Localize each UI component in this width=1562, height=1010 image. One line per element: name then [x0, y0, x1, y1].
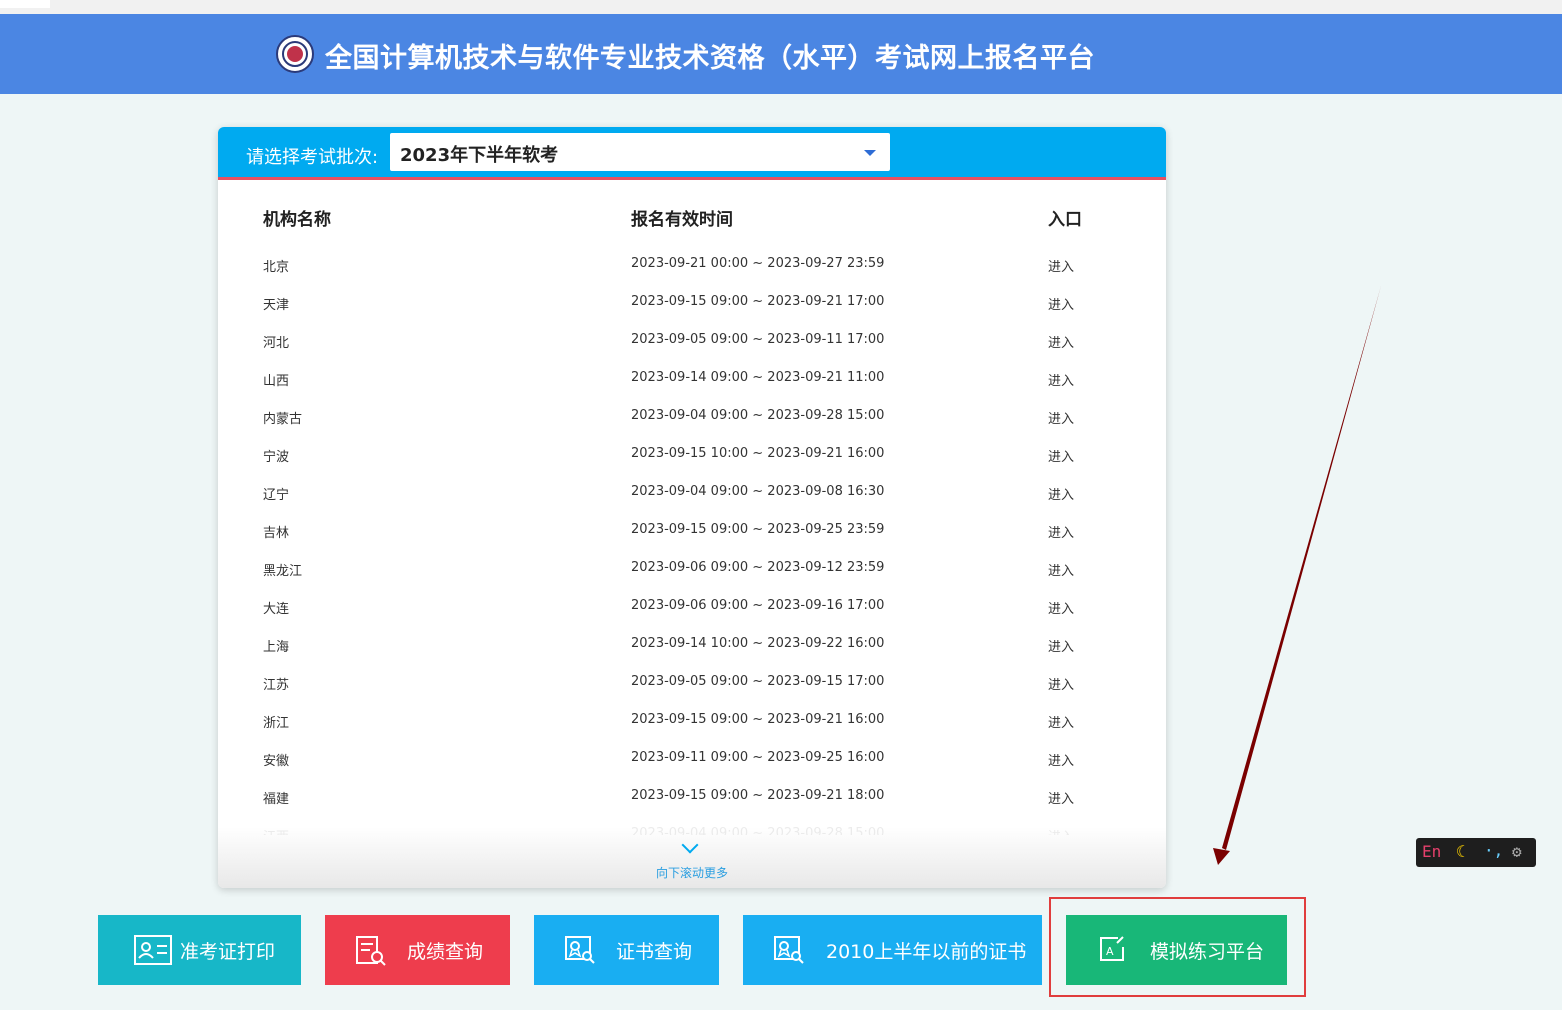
table-row: 吉林 2023-09-15 09:00 ~ 2023-09-25 23:59 进入 — [218, 511, 1166, 549]
batch-select-value: 2023年下半年软考 — [400, 145, 559, 166]
org-name: 北京 — [263, 260, 290, 275]
table-row: 北京 2023-09-21 00:00 ~ 2023-09-27 23:59 进入 — [218, 245, 1166, 283]
org-name: 山西 — [263, 374, 290, 389]
org-name: 河北 — [263, 336, 290, 351]
org-name: 黑龙江 — [263, 564, 303, 579]
registration-period: 2023-09-14 09:00 ~ 2023-09-21 11:00 — [631, 370, 885, 385]
enter-link[interactable]: 进入 — [1048, 522, 1074, 541]
registration-period: 2023-09-06 09:00 ~ 2023-09-12 23:59 — [631, 560, 885, 575]
exam-logo-icon — [276, 35, 314, 73]
org-name: 福建 — [263, 792, 290, 807]
enter-link[interactable]: 进入 — [1048, 332, 1074, 351]
enter-link[interactable]: 进入 — [1048, 636, 1074, 655]
column-header-time: 报名有效时间 — [631, 210, 733, 230]
site-title: 全国计算机技术与软件专业技术资格（水平）考试网上报名平台 — [325, 43, 1095, 74]
org-name: 吉林 — [263, 526, 290, 541]
registration-period: 2023-09-05 09:00 ~ 2023-09-11 17:00 — [631, 332, 885, 347]
column-header-org: 机构名称 — [263, 210, 331, 230]
admit-card-print-label: 准考证打印 — [180, 941, 276, 963]
browser-top-strip — [0, 0, 1562, 14]
punctuation-icon[interactable]: ·, — [1484, 841, 1503, 860]
enter-link[interactable]: 进入 — [1048, 484, 1074, 503]
registration-period: 2023-09-04 09:00 ~ 2023-09-28 15:00 — [631, 408, 885, 423]
enter-link[interactable]: 进入 — [1048, 294, 1074, 313]
org-name: 安徽 — [263, 754, 290, 769]
id-card-icon — [134, 935, 172, 965]
org-name: 天津 — [263, 298, 290, 313]
table-row: 河北 2023-09-05 09:00 ~ 2023-09-11 17:00 进入 — [218, 321, 1166, 359]
enter-link[interactable]: 进入 — [1048, 408, 1074, 427]
enter-link[interactable]: 进入 — [1048, 560, 1074, 579]
table-row: 黑龙江 2023-09-06 09:00 ~ 2023-09-12 23:59 进入 — [218, 549, 1166, 587]
gear-icon[interactable]: ⚙ — [1512, 842, 1522, 861]
org-name: 上海 — [263, 640, 290, 655]
annotation-highlight-box — [1049, 897, 1306, 997]
enter-link[interactable]: 进入 — [1048, 598, 1074, 617]
chevron-down-icon — [864, 150, 876, 156]
org-name: 宁波 — [263, 450, 290, 465]
batch-label: 请选择考试批次: — [246, 147, 379, 168]
registration-period: 2023-09-15 09:00 ~ 2023-09-21 16:00 — [631, 712, 885, 727]
org-name: 大连 — [263, 602, 290, 617]
registration-period: 2023-09-05 09:00 ~ 2023-09-15 17:00 — [631, 674, 885, 689]
ime-toolbar[interactable]: En ☾ ·, ⚙ — [1416, 838, 1536, 867]
certificate-query-label: 证书查询 — [616, 941, 693, 963]
enter-link[interactable]: 进入 — [1048, 446, 1074, 465]
score-query-button[interactable]: 成绩查询 — [325, 915, 510, 985]
org-name: 江苏 — [263, 678, 290, 693]
registration-period: 2023-09-06 09:00 ~ 2023-09-16 17:00 — [631, 598, 885, 613]
org-name: 浙江 — [263, 716, 290, 731]
registration-period: 2023-09-11 09:00 ~ 2023-09-25 16:00 — [631, 750, 885, 765]
batch-selector-bar: 请选择考试批次: 2023年下半年软考 — [218, 127, 1166, 180]
table-row: 福建 2023-09-15 09:00 ~ 2023-09-21 18:00 进入 — [218, 777, 1166, 815]
enter-link[interactable]: 进入 — [1048, 370, 1074, 389]
registration-period: 2023-09-15 10:00 ~ 2023-09-21 16:00 — [631, 446, 885, 461]
table-row: 大连 2023-09-06 09:00 ~ 2023-09-16 17:00 进入 — [218, 587, 1166, 625]
certificate-search-icon — [565, 936, 595, 964]
site-header: 全国计算机技术与软件专业技术资格（水平）考试网上报名平台 — [0, 14, 1562, 94]
table-row: 上海 2023-09-14 10:00 ~ 2023-09-22 16:00 进入 — [218, 625, 1166, 663]
registration-period: 2023-09-15 09:00 ~ 2023-09-21 18:00 — [631, 788, 885, 803]
registration-period: 2023-09-21 00:00 ~ 2023-09-27 23:59 — [631, 256, 885, 271]
registration-panel: 请选择考试批次: 2023年下半年软考 机构名称 报名有效时间 入口 北京 202… — [218, 127, 1166, 888]
enter-link[interactable]: 进入 — [1048, 750, 1074, 769]
score-query-label: 成绩查询 — [407, 941, 484, 963]
scroll-more-hint[interactable]: 向下滚动更多 — [218, 864, 1166, 881]
browser-tab-stub[interactable] — [0, 0, 50, 8]
moon-icon[interactable]: ☾ — [1456, 842, 1466, 861]
enter-link[interactable]: 进入 — [1048, 788, 1074, 807]
old-certificate-button[interactable]: 2010上半年以前的证书 — [743, 915, 1042, 985]
table-row: 浙江 2023-09-15 09:00 ~ 2023-09-21 16:00 进入 — [218, 701, 1166, 739]
table-row: 江苏 2023-09-05 09:00 ~ 2023-09-15 17:00 进入 — [218, 663, 1166, 701]
score-search-icon — [356, 936, 386, 966]
table-row: 内蒙古 2023-09-04 09:00 ~ 2023-09-28 15:00 进入 — [218, 397, 1166, 435]
org-table-body[interactable]: 北京 2023-09-21 00:00 ~ 2023-09-27 23:59 进入天… — [218, 245, 1166, 835]
org-name: 内蒙古 — [263, 412, 303, 427]
registration-period: 2023-09-15 09:00 ~ 2023-09-25 23:59 — [631, 522, 885, 537]
table-row: 辽宁 2023-09-04 09:00 ~ 2023-09-08 16:30 进入 — [218, 473, 1166, 511]
admit-card-print-button[interactable]: 准考证打印 — [98, 915, 301, 985]
column-header-entry: 入口 — [1048, 210, 1082, 230]
registration-period: 2023-09-04 09:00 ~ 2023-09-08 16:30 — [631, 484, 885, 499]
table-row: 宁波 2023-09-15 10:00 ~ 2023-09-21 16:00 进入 — [218, 435, 1166, 473]
org-name: 辽宁 — [263, 488, 290, 503]
enter-link[interactable]: 进入 — [1048, 256, 1074, 275]
certificate-query-button[interactable]: 证书查询 — [534, 915, 719, 985]
registration-period: 2023-09-14 10:00 ~ 2023-09-22 16:00 — [631, 636, 885, 651]
table-row: 山西 2023-09-14 09:00 ~ 2023-09-21 11:00 进入 — [218, 359, 1166, 397]
registration-period: 2023-09-15 09:00 ~ 2023-09-21 17:00 — [631, 294, 885, 309]
enter-link[interactable]: 进入 — [1048, 674, 1074, 693]
table-row: 天津 2023-09-15 09:00 ~ 2023-09-21 17:00 进入 — [218, 283, 1166, 321]
ime-language-indicator[interactable]: En — [1422, 842, 1441, 861]
table-row: 安徽 2023-09-11 09:00 ~ 2023-09-25 16:00 进入 — [218, 739, 1166, 777]
batch-select[interactable]: 2023年下半年软考 — [390, 133, 890, 171]
old-certificate-label: 2010上半年以前的证书 — [826, 941, 1027, 963]
certificate-search-icon — [774, 936, 804, 964]
enter-link[interactable]: 进入 — [1048, 712, 1074, 731]
